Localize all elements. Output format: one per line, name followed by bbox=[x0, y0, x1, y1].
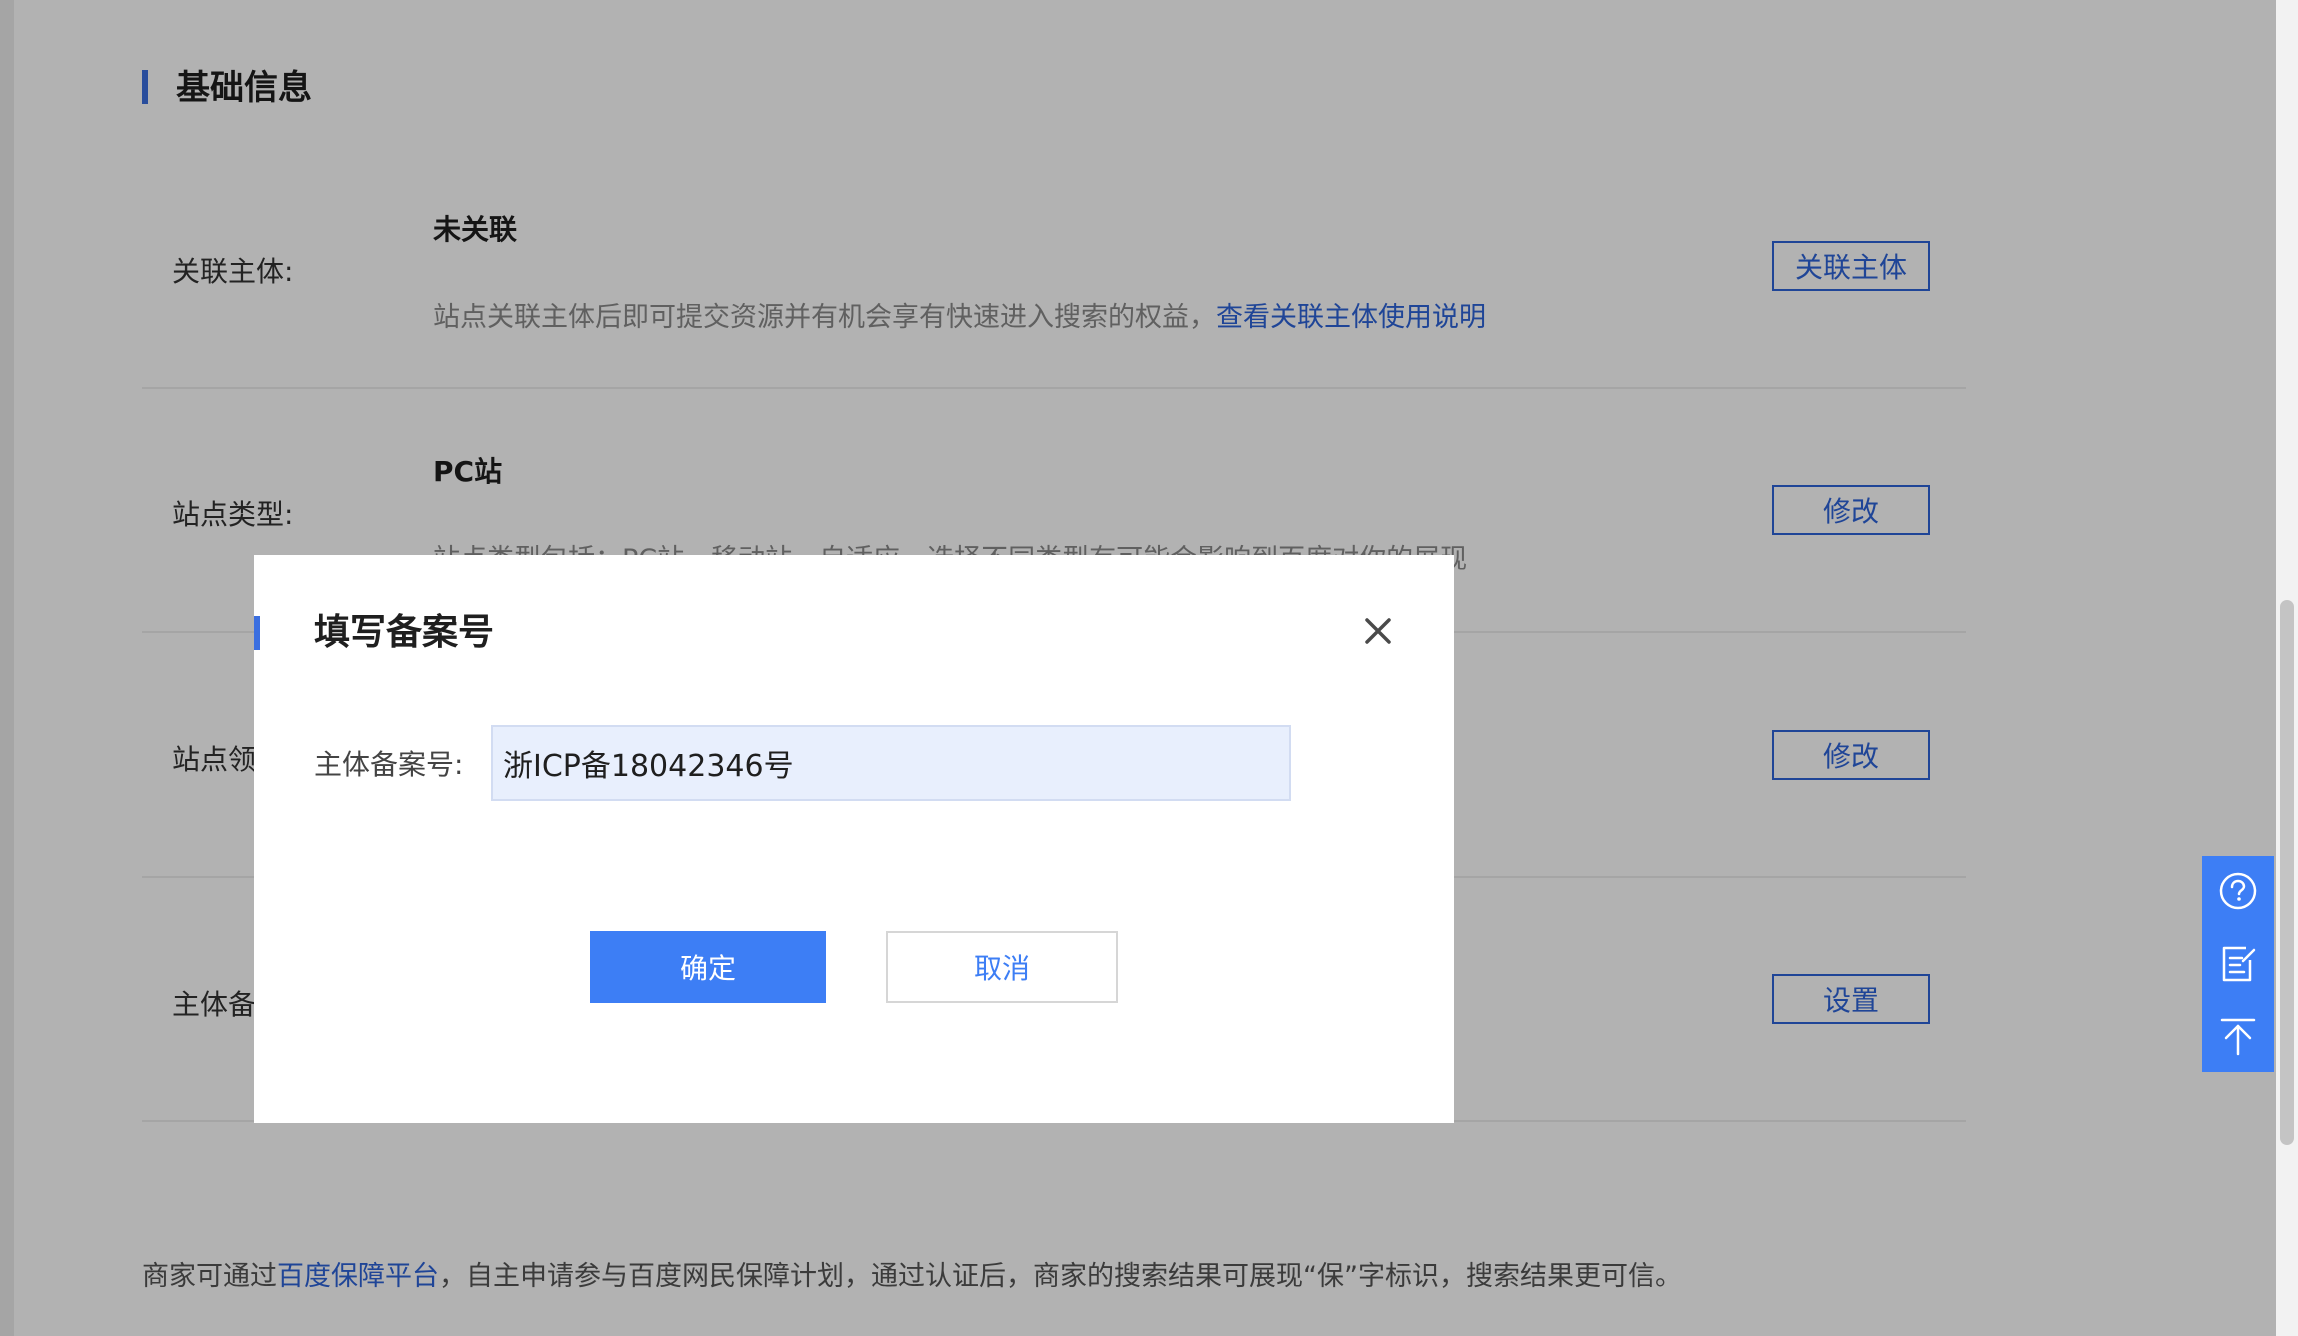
help-icon[interactable] bbox=[2202, 856, 2274, 928]
close-icon[interactable] bbox=[1354, 607, 1402, 655]
confirm-button[interactable]: 确定 bbox=[590, 931, 826, 1003]
scrollbar-thumb[interactable] bbox=[2280, 600, 2294, 1145]
dialog-title: 填写备案号 bbox=[314, 612, 495, 653]
filing-number-input[interactable] bbox=[491, 725, 1291, 801]
filing-number-label: 主体备案号: bbox=[314, 748, 464, 781]
cancel-button[interactable]: 取消 bbox=[886, 931, 1118, 1003]
dialog-accent-bar bbox=[254, 616, 260, 650]
floating-toolbar bbox=[2202, 856, 2274, 1072]
back-to-top-icon[interactable] bbox=[2202, 1000, 2274, 1072]
feedback-icon[interactable] bbox=[2202, 928, 2274, 1000]
filing-number-dialog: 填写备案号 主体备案号: 确定 取消 bbox=[254, 555, 1454, 1123]
scrollbar[interactable] bbox=[2276, 0, 2298, 1336]
